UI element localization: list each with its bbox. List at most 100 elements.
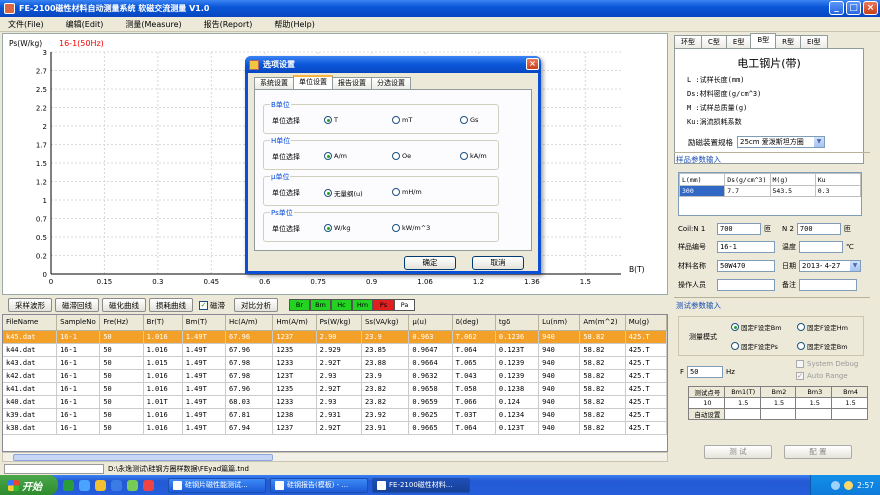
- close-button[interactable]: ×: [863, 1, 878, 15]
- system-debug-checkbox[interactable]: System Debug: [796, 360, 858, 368]
- table-row[interactable]: k41.dat 16-1 50 1.016 1.49T 67.96 1235 2.92T 23.…: [3, 382, 667, 396]
- tab-sample-type[interactable]: B型: [750, 33, 777, 48]
- unit-option-radio[interactable]: 无量纲(u): [324, 188, 363, 198]
- note-input[interactable]: [799, 279, 857, 291]
- sampling-waveform-button[interactable]: 采样波形: [8, 298, 52, 312]
- excitation-spec-select[interactable]: 25cm 爱泼斯坦方圈 ▼: [737, 136, 825, 148]
- tab-sample-type[interactable]: 环型: [674, 35, 702, 48]
- hysteresis-loop-button[interactable]: 磁滞回线: [55, 298, 99, 312]
- indicator-hc[interactable]: Hc: [331, 299, 352, 311]
- auto-set-label[interactable]: 自动设置: [688, 408, 725, 420]
- test-button[interactable]: 测 试: [704, 445, 772, 459]
- column-header[interactable]: FileName: [3, 315, 58, 331]
- unit-option-radio[interactable]: T: [324, 116, 338, 124]
- start-button[interactable]: 开始: [0, 475, 58, 495]
- dialog-ok-button[interactable]: 确定: [404, 256, 456, 270]
- menu-file[interactable]: 文件(File): [8, 19, 44, 30]
- column-header[interactable]: Ps(W/kg): [316, 315, 362, 331]
- column-header[interactable]: μ(u): [408, 315, 453, 331]
- quicklaunch-icon[interactable]: [63, 479, 74, 491]
- column-header[interactable]: Hm(A/m): [272, 315, 317, 331]
- mode-option-3[interactable]: 固定F设定Ps: [731, 341, 778, 351]
- column-header[interactable]: Bm(T): [182, 315, 227, 331]
- table-row[interactable]: k43.dat 16-1 50 1.015 1.49T 67.98 1233 2.92T 23.…: [3, 356, 667, 370]
- quicklaunch-icon[interactable]: [95, 479, 106, 491]
- unit-option-radio[interactable]: Gs: [460, 116, 478, 124]
- column-header[interactable]: Am(m^2): [579, 315, 626, 331]
- tab-sample-type[interactable]: C型: [701, 35, 727, 48]
- loss-curve-button[interactable]: 损耗曲线: [149, 298, 193, 312]
- unit-option-radio[interactable]: W/kg: [324, 224, 351, 232]
- indicator-pa[interactable]: Pa: [394, 299, 415, 311]
- param-value-ku[interactable]: 0.3: [814, 185, 862, 197]
- column-header[interactable]: Hc(A/m): [225, 315, 274, 331]
- quicklaunch-icon[interactable]: [111, 479, 122, 491]
- column-header[interactable]: SampleNo: [56, 315, 101, 331]
- dialog-cancel-button[interactable]: 取消: [472, 256, 524, 270]
- tray-icon[interactable]: [831, 480, 841, 490]
- mode-option-2[interactable]: 固定F设定Hm: [797, 322, 848, 332]
- param-value-m[interactable]: 543.5: [769, 185, 816, 197]
- quicklaunch-icon[interactable]: [127, 479, 138, 491]
- measure-value-bm2[interactable]: 1.5: [759, 397, 797, 409]
- table-horizontal-scrollbar[interactable]: [2, 452, 668, 462]
- tab-report-settings[interactable]: 报告设置: [332, 77, 372, 89]
- unit-option-radio[interactable]: kA/m: [460, 152, 487, 160]
- tab-sample-type[interactable]: EI型: [800, 35, 828, 48]
- taskbar-item-1[interactable]: 硅钢片磁性能测试...: [168, 477, 266, 493]
- measure-value-bm1[interactable]: 1.5: [723, 397, 761, 409]
- column-header[interactable]: Mu(g): [625, 315, 667, 331]
- column-header[interactable]: Lu(nm): [538, 315, 581, 331]
- column-header[interactable]: Ss(VA/kg): [361, 315, 410, 331]
- mode-option-1[interactable]: 固定F设定Bm: [731, 322, 782, 332]
- frequency-input[interactable]: 50: [687, 366, 724, 378]
- coil-n1-input[interactable]: 700: [717, 223, 761, 235]
- table-row[interactable]: k45.dat 16-1 50 1.016 1.49T 67.96 1237 2.90 23.9…: [3, 330, 667, 344]
- measure-value-bm4[interactable]: 1.5: [831, 397, 868, 409]
- column-header[interactable]: Br(T): [143, 315, 183, 331]
- magnetization-curve-button[interactable]: 磁化曲线: [102, 298, 146, 312]
- menu-edit[interactable]: 编辑(Edit): [66, 19, 104, 30]
- table-row[interactable]: k39.dat 16-1 50 1.016 1.49T 67.81 1238 2.931 23.…: [3, 408, 667, 422]
- indicator-br[interactable]: Br: [289, 299, 310, 311]
- unit-option-radio[interactable]: kW/m^3: [392, 224, 430, 232]
- config-button[interactable]: 配 置: [784, 445, 852, 459]
- hysteresis-checkbox[interactable]: ✓ 磁滞: [199, 300, 225, 311]
- compare-analysis-button[interactable]: 对比分析: [234, 298, 278, 312]
- sample-no-input[interactable]: 16-1: [717, 241, 775, 253]
- param-value-ds[interactable]: 7.7: [724, 185, 771, 197]
- maximize-button[interactable]: □: [846, 1, 861, 15]
- date-picker[interactable]: 2013- 4-27 ▼: [799, 260, 861, 272]
- measure-points-table[interactable]: 测试点号 Bm1(T) Bm2 Bm3 Bm4 10 1.5 1.5 1.5 1…: [688, 386, 868, 420]
- tab-sample-type[interactable]: R型: [775, 35, 802, 48]
- indicator-ps[interactable]: Ps: [373, 299, 394, 311]
- material-input[interactable]: 50W470: [717, 260, 775, 272]
- tab-system-settings[interactable]: 系统设置: [254, 77, 294, 89]
- measure-value-bm3[interactable]: 1.5: [795, 397, 833, 409]
- unit-option-radio[interactable]: Oe: [392, 152, 411, 160]
- unit-option-radio[interactable]: A/m: [324, 152, 347, 160]
- tab-sort-settings[interactable]: 分选设置: [371, 77, 411, 89]
- auto-range-checkbox[interactable]: ✓ Auto Range: [796, 372, 848, 380]
- column-header[interactable]: Fre(Hz): [99, 315, 144, 331]
- param-value-l[interactable]: 300: [678, 185, 726, 197]
- taskbar-item-2[interactable]: 硅钢报告(模板) - ...: [270, 477, 368, 493]
- table-row[interactable]: k42.dat 16-1 50 1.016 1.49T 67.98 123T 2.93 23.9…: [3, 369, 667, 383]
- minimize-button[interactable]: _: [829, 1, 844, 15]
- scrollbar-thumb[interactable]: [13, 454, 273, 461]
- tab-sample-type[interactable]: E型: [725, 35, 752, 48]
- quicklaunch-icon[interactable]: [143, 479, 154, 491]
- sample-params-table[interactable]: L(mm) Ds(g/cm^3) M(g) Ku 300 7.7 543.5 0…: [678, 172, 862, 216]
- table-row[interactable]: k40.dat 16-1 50 1.01T 1.49T 68.03 1233 2.93 23.8…: [3, 395, 667, 409]
- table-row[interactable]: k38.dat 16-1 50 1.016 1.49T 67.94 1237 2.92T 23.…: [3, 421, 667, 435]
- column-header[interactable]: tgδ: [495, 315, 540, 331]
- temperature-input[interactable]: [799, 241, 843, 253]
- taskbar-item-3[interactable]: FE-2100磁性材料...: [372, 477, 470, 493]
- measure-value-points[interactable]: 10: [688, 397, 725, 409]
- mode-option-4[interactable]: 固定F设定Bm: [797, 341, 848, 351]
- coil-n2-input[interactable]: 700: [796, 223, 841, 235]
- unit-option-radio[interactable]: mT: [392, 116, 412, 124]
- tab-unit-settings[interactable]: 单位设置: [293, 75, 333, 89]
- quicklaunch-icon[interactable]: [79, 479, 90, 491]
- menu-report[interactable]: 报告(Report): [204, 19, 253, 30]
